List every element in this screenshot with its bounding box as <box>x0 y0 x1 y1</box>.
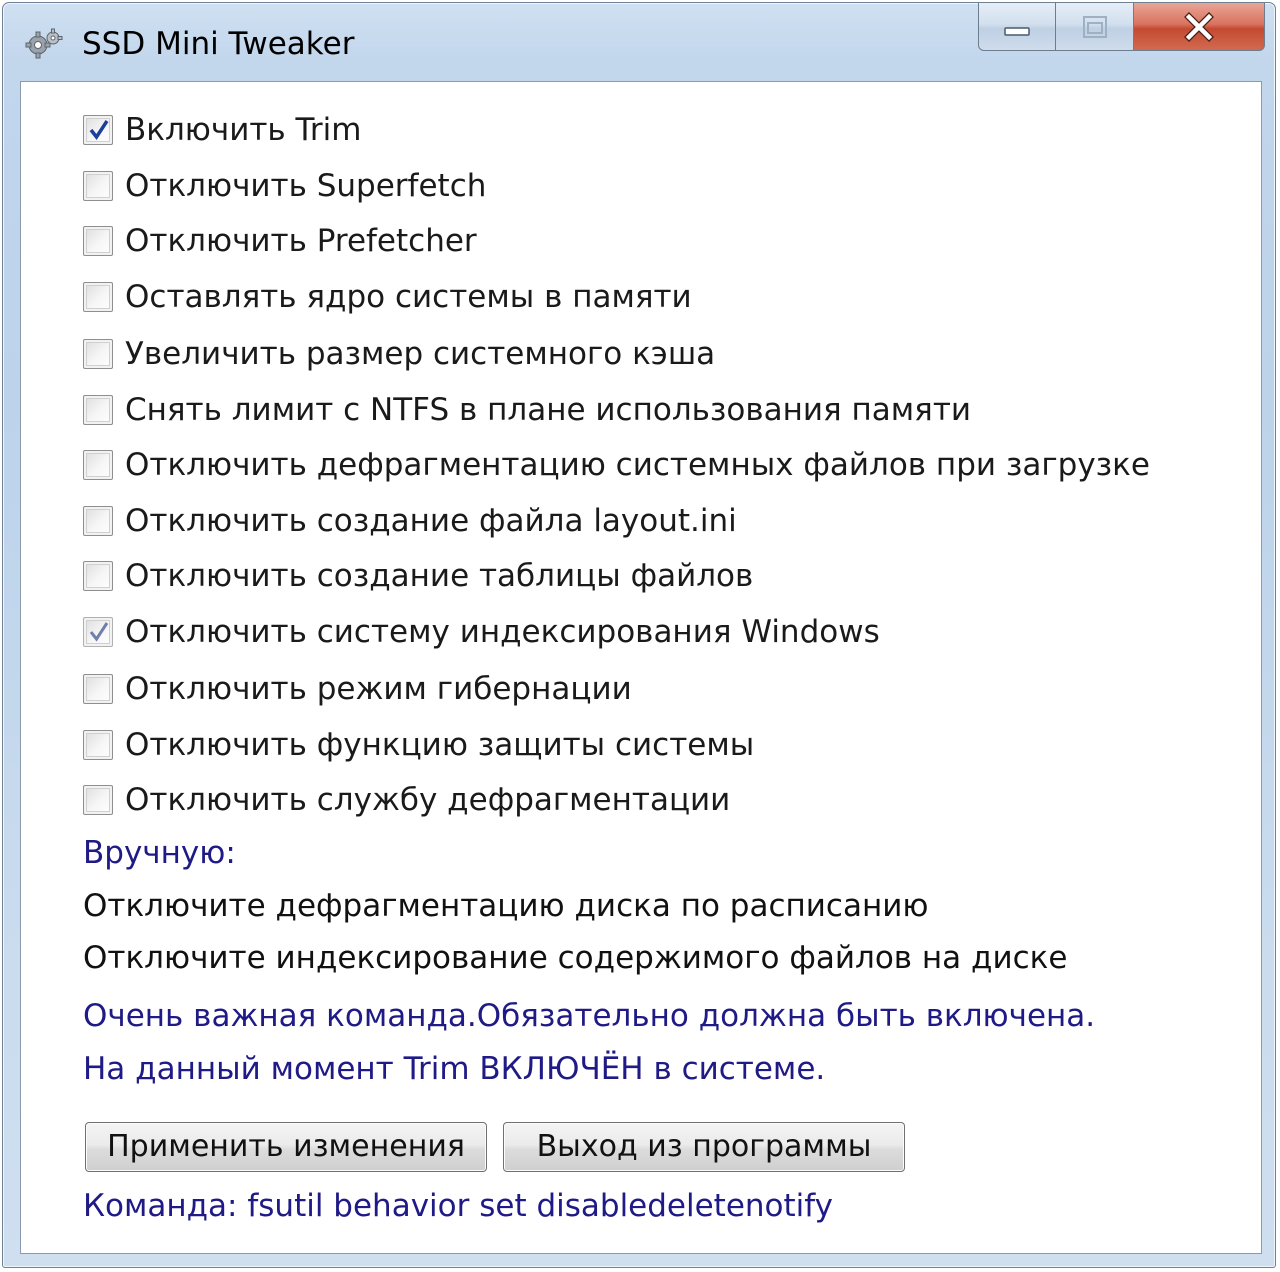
option-increase-system-cache[interactable]: Увеличить размер системного кэша <box>83 334 715 374</box>
checkbox[interactable] <box>83 561 113 591</box>
option-ntfs-memory-limit[interactable]: Снять лимит с NTFS в плане использования… <box>83 390 971 430</box>
checkbox[interactable] <box>83 506 113 536</box>
option-label: Увеличить размер системного кэша <box>125 336 716 372</box>
option-disable-windows-indexing[interactable]: Отключить систему индексирования Windows <box>83 612 880 652</box>
manual-instruction-1: Отключите дефрагментацию диска по распис… <box>83 888 929 924</box>
checkbox[interactable] <box>83 226 113 256</box>
option-disable-prefetcher[interactable]: Отключить Prefetcher <box>83 221 477 261</box>
check-icon <box>89 120 109 140</box>
info-text-2: На данный момент Trim ВКЛЮЧЁН в системе. <box>83 1051 826 1087</box>
manual-instruction-2: Отключите индексирование содержимого фай… <box>83 940 1068 976</box>
option-label: Отключить систему индексирования Windows <box>125 614 880 650</box>
checkbox[interactable] <box>83 339 113 369</box>
option-disable-file-table[interactable]: Отключить создание таблицы файлов <box>83 556 753 596</box>
checkbox[interactable] <box>83 395 113 425</box>
option-label: Оставлять ядро системы в памяти <box>125 279 692 315</box>
client-area: Включить Trim Отключить Superfetch Отклю… <box>20 81 1262 1254</box>
option-label: Включить Trim <box>125 112 362 148</box>
checkbox[interactable] <box>83 171 113 201</box>
option-disable-defrag-service[interactable]: Отключить службу дефрагментации <box>83 780 730 820</box>
close-button[interactable] <box>1134 3 1265 51</box>
gear-icon <box>25 28 63 59</box>
option-label: Отключить дефрагментацию системных файло… <box>125 447 1150 483</box>
option-label: Снять лимит с NTFS в плане использования… <box>125 392 972 428</box>
window-title: SSD Mini Tweaker <box>82 26 355 62</box>
title-bar[interactable]: SSD Mini Tweaker <box>3 3 1275 81</box>
command-text: Команда: fsutil behavior set disabledele… <box>83 1188 834 1224</box>
checkbox[interactable] <box>83 674 113 704</box>
minimize-button[interactable] <box>978 3 1056 51</box>
option-disable-hibernation[interactable]: Отключить режим гибернации <box>83 669 632 709</box>
checkbox[interactable] <box>83 730 113 760</box>
checkbox[interactable] <box>83 115 113 145</box>
option-disable-boot-defrag[interactable]: Отключить дефрагментацию системных файло… <box>83 445 1150 485</box>
check-icon <box>89 622 109 642</box>
option-label: Отключить Prefetcher <box>125 223 477 259</box>
manual-heading: Вручную: <box>83 835 236 871</box>
option-disable-system-protection[interactable]: Отключить функцию защиты системы <box>83 725 754 765</box>
caption-buttons <box>978 3 1265 55</box>
option-disable-layout-ini[interactable]: Отключить создание файла layout.ini <box>83 501 737 541</box>
close-icon <box>1184 11 1214 42</box>
option-disable-superfetch[interactable]: Отключить Superfetch <box>83 166 486 206</box>
option-keep-kernel-in-memory[interactable]: Оставлять ядро системы в памяти <box>83 277 692 317</box>
info-text-1: Очень важная команда.Обязательно должна … <box>83 998 1096 1034</box>
app-window: SSD Mini Tweaker Включить Trim Отключить… <box>2 2 1276 1268</box>
checkbox[interactable] <box>83 450 113 480</box>
option-label: Отключить Superfetch <box>125 168 487 204</box>
option-enable-trim[interactable]: Включить Trim <box>83 110 361 150</box>
maximize-icon <box>1082 15 1107 38</box>
option-label: Отключить режим гибернации <box>125 671 632 707</box>
apply-changes-button[interactable]: Применить изменения <box>85 1122 487 1172</box>
option-label: Отключить создание таблицы файлов <box>125 558 754 594</box>
option-label: Отключить службу дефрагментации <box>125 782 731 818</box>
checkbox[interactable] <box>83 282 113 312</box>
exit-program-button[interactable]: Выход из программы <box>503 1122 905 1172</box>
checkbox[interactable] <box>83 785 113 815</box>
maximize-button[interactable] <box>1056 3 1134 51</box>
option-label: Отключить создание файла layout.ini <box>125 503 737 539</box>
minimize-icon <box>1004 26 1030 36</box>
checkbox[interactable] <box>83 617 113 647</box>
option-label: Отключить функцию защиты системы <box>125 727 755 763</box>
